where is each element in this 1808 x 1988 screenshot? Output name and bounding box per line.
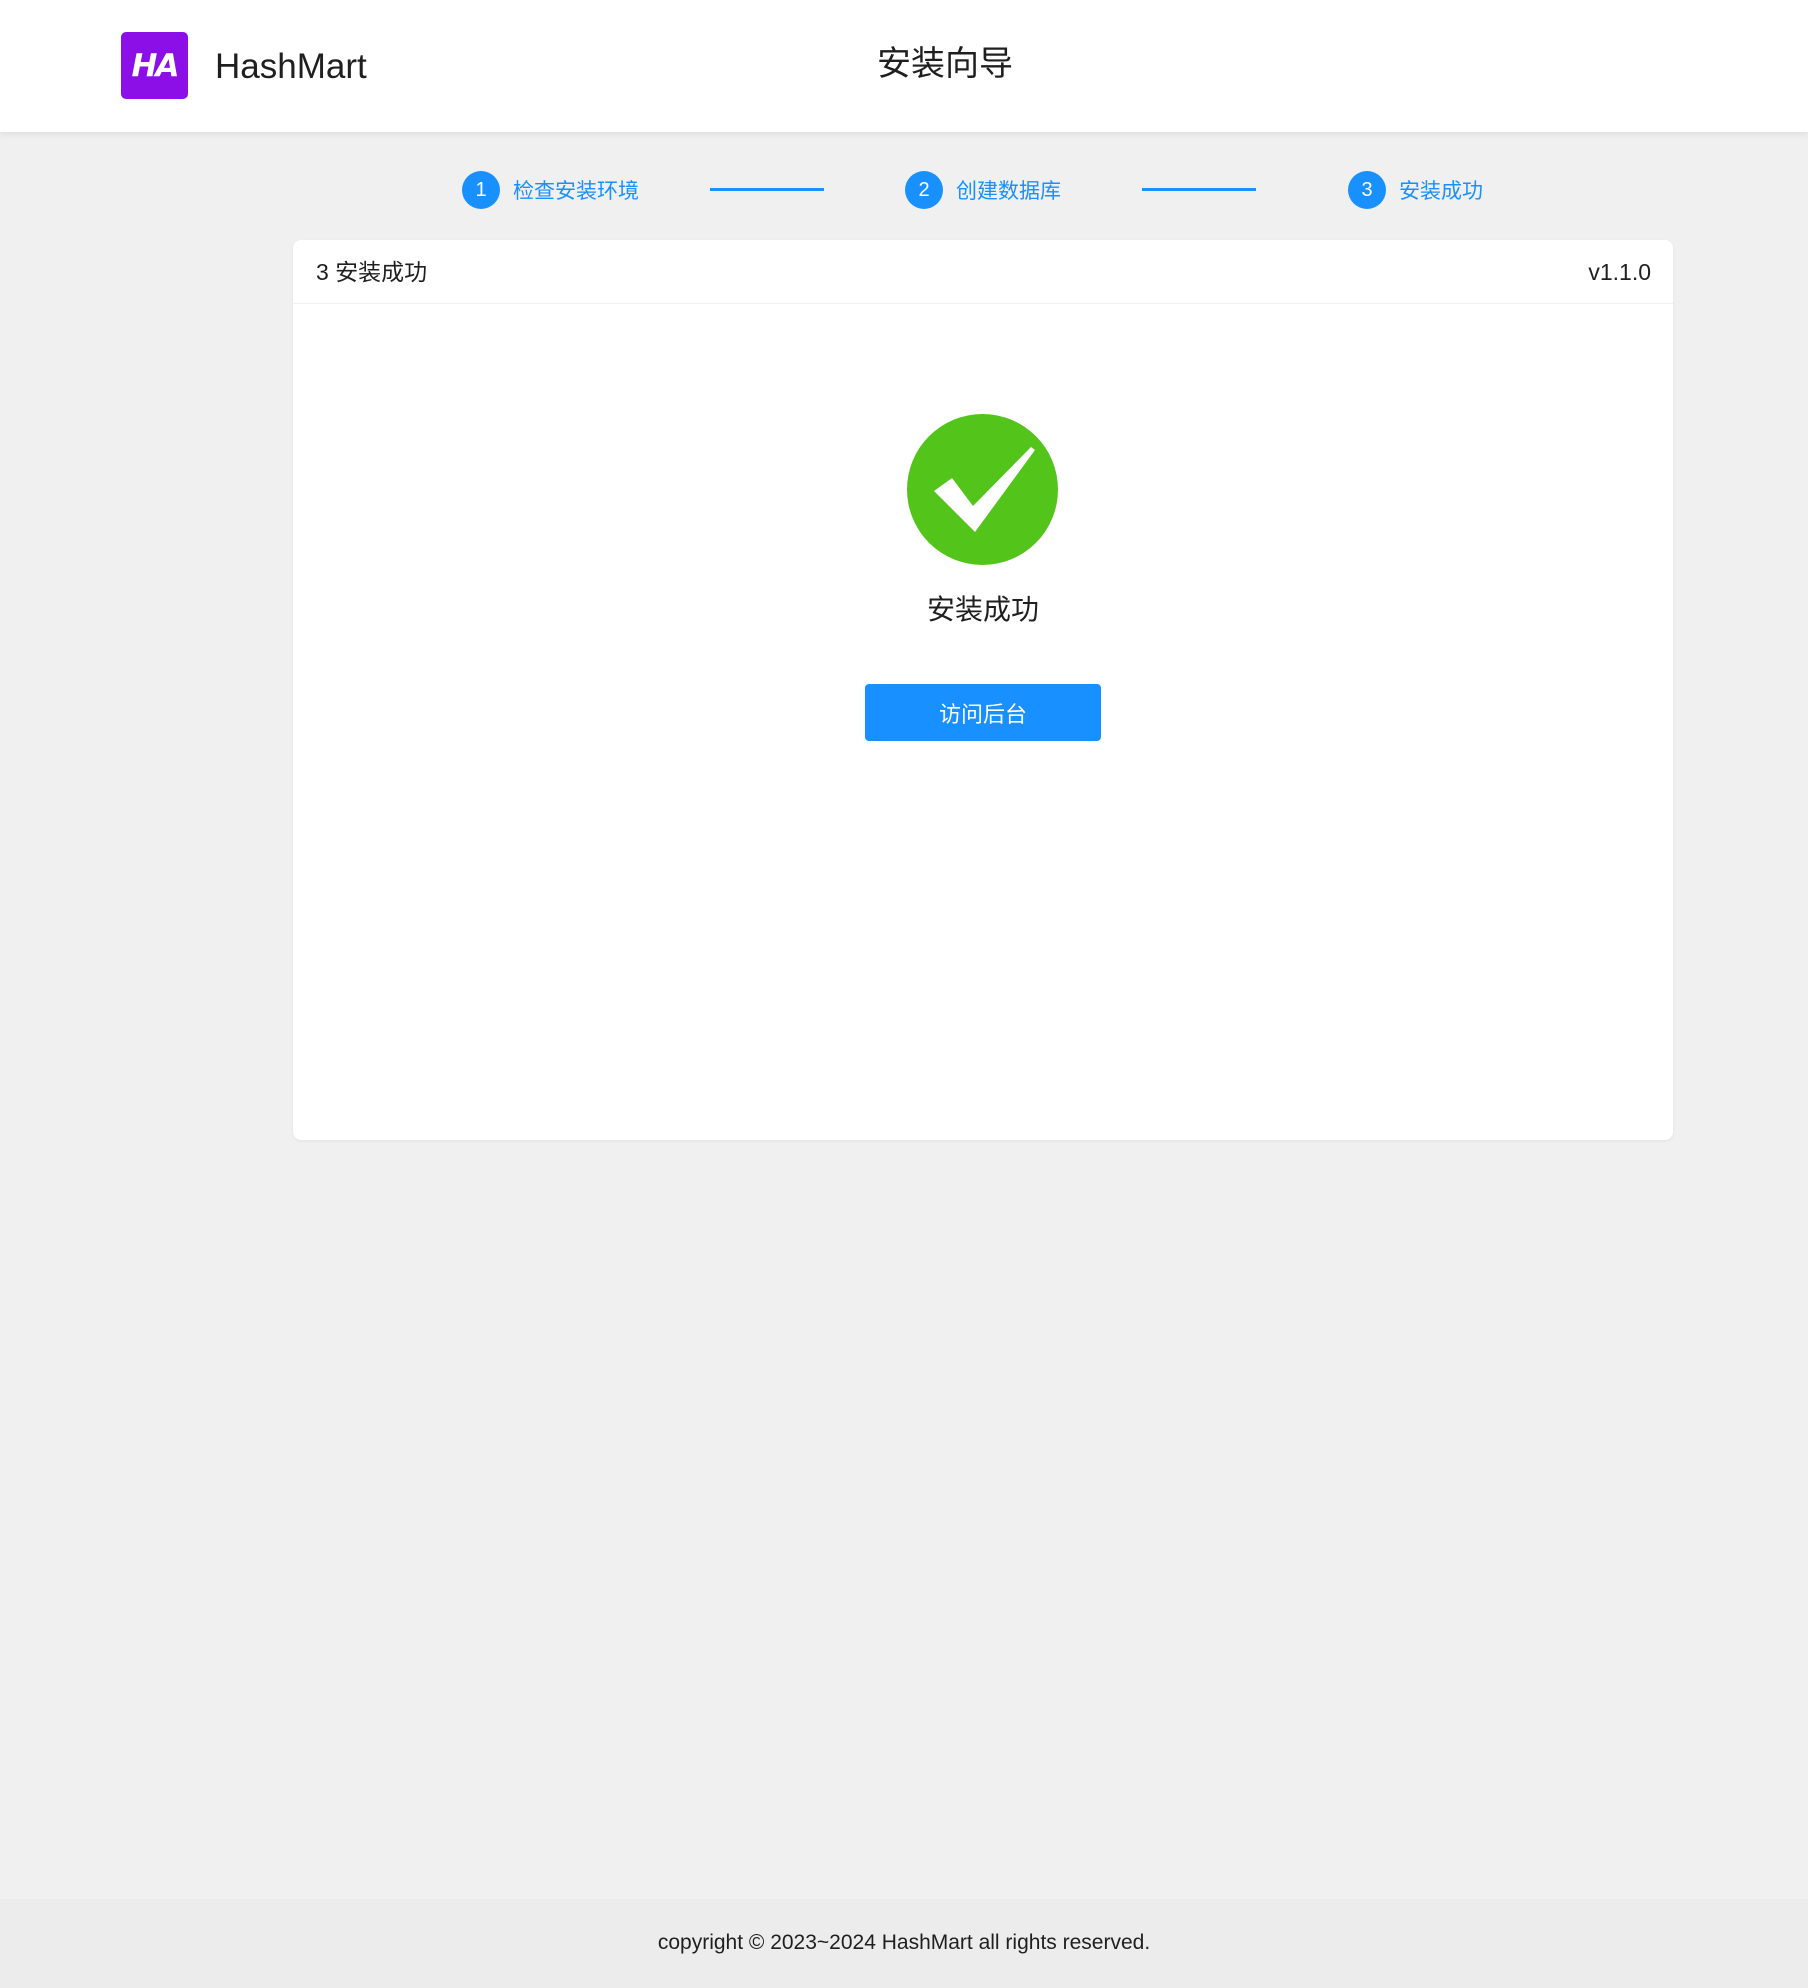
copyright-text: copyright © 2023~2024 HashMart all right… xyxy=(657,1931,1151,1954)
step-label: 检查安装环境 xyxy=(513,180,639,203)
page-footer: copyright © 2023~2024 HashMart all right… xyxy=(0,1899,1808,1988)
step-number: 3 xyxy=(1348,171,1386,209)
card-header: 3 安装成功 v1.1.0 xyxy=(293,240,1673,304)
card-title: 3 安装成功 xyxy=(316,259,428,285)
step-connector xyxy=(710,188,824,191)
visit-admin-button[interactable]: 访问后台 xyxy=(865,684,1101,741)
page-title: 安装向导 xyxy=(877,45,1013,83)
step-check-environment: 1 检查安装环境 xyxy=(462,171,639,209)
step-label: 创建数据库 xyxy=(956,180,1061,203)
step-number: 2 xyxy=(905,171,943,209)
step-create-database: 2 创建数据库 xyxy=(905,171,1061,209)
step-label: 安装成功 xyxy=(1399,180,1483,203)
step-connector xyxy=(1142,188,1256,191)
install-result-card: 3 安装成功 v1.1.0 安装成功 访问后台 xyxy=(293,240,1673,1140)
success-message: 安装成功 xyxy=(926,594,1039,625)
step-number: 1 xyxy=(462,171,500,209)
version-label: v1.1.0 xyxy=(1588,259,1651,285)
check-circle-icon xyxy=(907,414,1058,565)
top-header: HA HashMart 安装向导 xyxy=(0,0,1808,132)
step-install-success: 3 安装成功 xyxy=(1348,171,1483,209)
